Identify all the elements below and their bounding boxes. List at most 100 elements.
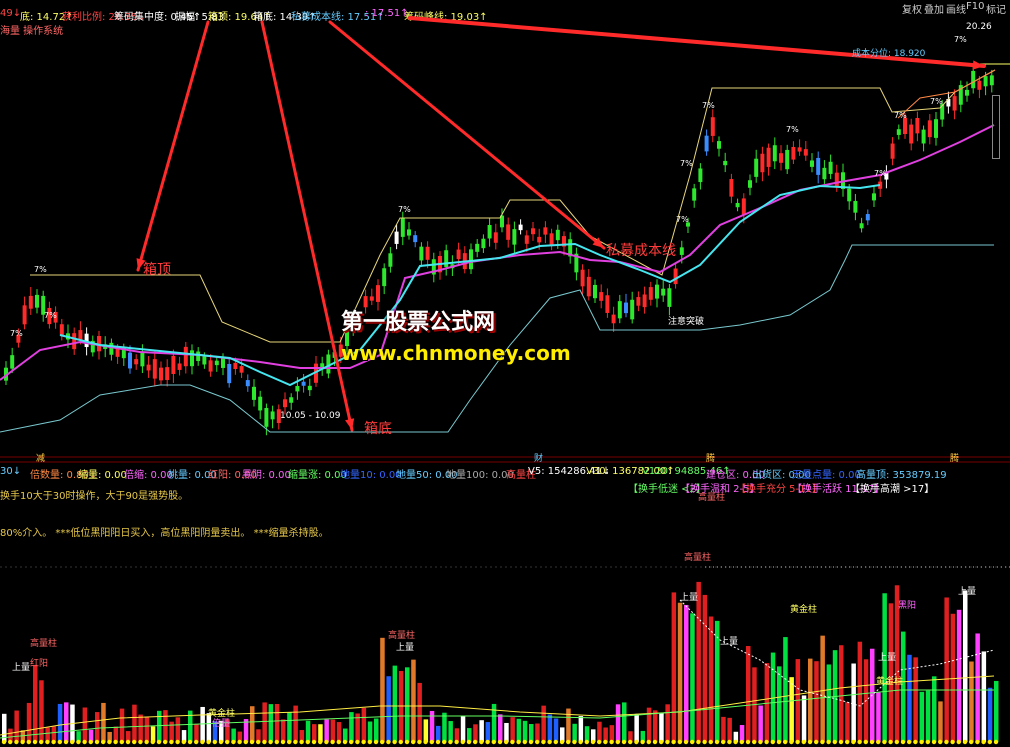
candle-body: [865, 214, 870, 221]
volume-dot: [931, 739, 937, 745]
volume-dot: [256, 739, 261, 745]
volume-bar: [981, 651, 987, 742]
candle-body: [196, 351, 201, 362]
volume-bar: [845, 702, 850, 742]
scroll-indicator[interactable]: [992, 95, 1000, 159]
volume-dot: [218, 739, 224, 745]
volume-label-4: 上量: [12, 663, 31, 673]
candle-body: [729, 179, 734, 197]
volume-dot: [417, 739, 422, 745]
volume-dot: [646, 739, 651, 745]
volume-bar: [281, 719, 286, 742]
arrow-private-cost: [328, 20, 606, 250]
volume-label-15: 红阳: [30, 659, 49, 669]
volume-stat-17: 无量点量: 0.00: [792, 470, 861, 481]
volume-bar: [956, 609, 962, 742]
pct-badge: 7%: [44, 311, 57, 320]
arrow-box-top: [136, 20, 210, 272]
volume-bar: [839, 645, 844, 742]
date-marker-2: 腾: [706, 454, 716, 464]
volume-bar: [944, 597, 949, 742]
volume-bar: [684, 604, 689, 742]
candle-body: [301, 381, 306, 386]
volume-dot: [727, 739, 732, 745]
candle-body: [785, 149, 790, 170]
candle-body: [140, 352, 145, 367]
volume-bar: [913, 657, 918, 742]
volume-dot: [485, 739, 490, 745]
volume-dot: [125, 739, 131, 745]
turnover-legend-item-4: 【换手高潮 >17】: [850, 484, 935, 495]
volume-dot: [299, 739, 304, 745]
candle-body: [872, 193, 876, 201]
candle-body: [605, 295, 610, 313]
volume-bar: [888, 603, 894, 742]
volume-bar: [448, 721, 453, 742]
volume-stat-18: 高量顶: 353879.19: [856, 470, 947, 481]
volume-bar: [746, 646, 751, 742]
volume-dot: [665, 739, 670, 745]
candle-body: [642, 294, 647, 308]
volume-bar: [305, 720, 311, 742]
volume-dot: [597, 739, 602, 745]
candle-body: [679, 247, 684, 255]
candle-body: [859, 223, 864, 229]
pct-badge: 7%: [34, 265, 47, 274]
volume-bar: [653, 710, 658, 742]
candle-body: [661, 288, 666, 296]
candle-body: [822, 167, 827, 180]
volume-bar: [293, 705, 298, 742]
volume-dot: [702, 739, 707, 745]
candle-body: [307, 385, 312, 391]
volume-label-11: 黄金柱: [876, 677, 904, 687]
volume-bar: [138, 714, 143, 742]
volume-dot: [603, 739, 608, 745]
volume-bar: [876, 692, 881, 742]
volume-dot: [851, 739, 856, 745]
volume-bar: [851, 663, 856, 742]
pct-badge: 7%: [930, 97, 943, 106]
volume-dot: [404, 739, 410, 745]
volume-dot: [392, 739, 397, 745]
volume-dot: [1, 739, 7, 745]
volume-bar: [250, 706, 255, 742]
volume-bar: [609, 725, 615, 742]
volume-dot: [32, 739, 38, 745]
volume-bar: [330, 719, 336, 742]
volume-dot: [194, 739, 199, 745]
volume-dot: [838, 739, 844, 745]
volume-bar: [14, 710, 19, 742]
volume-dot: [442, 739, 447, 745]
volume-bar: [572, 723, 577, 742]
volume-dot: [907, 739, 912, 745]
volume-bar: [553, 718, 559, 742]
volume-dot: [225, 739, 230, 745]
candle-body: [10, 355, 15, 369]
volume-dot: [138, 739, 143, 745]
volume-dot: [8, 739, 13, 745]
volume-bar: [702, 594, 708, 742]
volume-bar: [268, 704, 274, 742]
volume-bar: [33, 664, 38, 742]
candle-body: [903, 117, 907, 135]
candlestick-chart[interactable]: 7% 7% 7% 7% 7% 7% 7% 7% 7% 7% 7% 7%: [0, 0, 1010, 747]
candle-body: [927, 120, 932, 138]
candle-body: [456, 249, 461, 260]
volume-dot: [522, 739, 527, 745]
volume-dot: [206, 739, 211, 745]
volume-bar: [374, 718, 379, 742]
volume-bar: [423, 719, 429, 742]
volume-bar: [119, 708, 125, 742]
candle-body: [190, 350, 194, 367]
candle-body: [388, 253, 393, 267]
candle-body: [518, 224, 523, 231]
volume-bar: [783, 637, 788, 742]
candle-body: [183, 346, 188, 367]
volume-dot: [640, 739, 645, 745]
volume-dot: [287, 739, 292, 745]
volume-bar: [584, 726, 590, 742]
candle-body: [816, 157, 821, 175]
volume-dot: [807, 739, 813, 745]
volume-bar: [367, 721, 373, 742]
volume-dot: [94, 739, 100, 745]
